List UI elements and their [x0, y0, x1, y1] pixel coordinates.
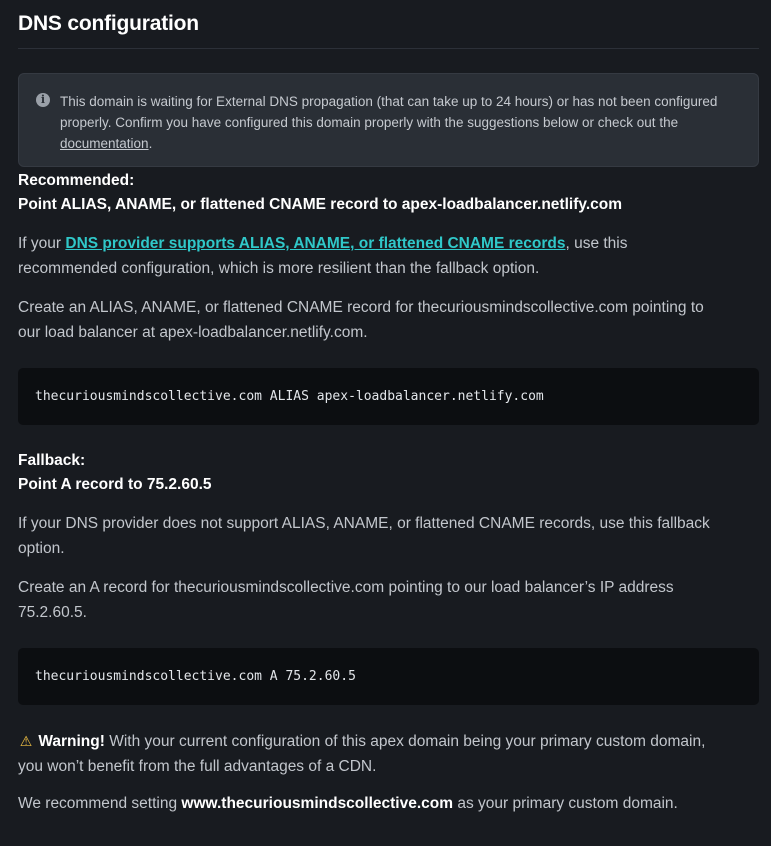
recommended-heading: Point ALIAS, ANAME, or flattened CNAME r…	[18, 196, 623, 213]
recommended-paragraph-1: If your DNS provider supports ALIAS, ANA…	[18, 232, 718, 281]
page-title: DNS configuration	[18, 12, 199, 35]
warning-icon: ⚠	[19, 733, 33, 749]
warning-paragraph: ⚠ Warning! With your current configurati…	[18, 729, 718, 779]
recommended-paragraph-2: Create an ALIAS, ANAME, or flattened CNA…	[18, 299, 704, 341]
alias-record-code[interactable]: thecuriousmindscollective.com ALIAS apex…	[18, 368, 759, 425]
warning-text: With your current configuration of this …	[18, 733, 706, 775]
info-icon: i	[36, 93, 50, 107]
divider	[18, 48, 759, 49]
notice-end: .	[148, 136, 153, 151]
fallback-label: Fallback:	[18, 452, 86, 469]
recommend-pre: We recommend setting	[18, 795, 182, 812]
fallback-heading: Point A record to 75.2.60.5	[18, 476, 212, 493]
warning-label: Warning!	[38, 733, 105, 750]
recommend-post: as your primary custom domain.	[453, 795, 678, 812]
dns-provider-link[interactable]: DNS provider supports ALIAS, ANAME, or f…	[65, 235, 565, 252]
recommend-paragraph: We recommend setting www.thecuriousminds…	[18, 792, 718, 817]
propagation-notice: i This domain is waiting for External DN…	[18, 73, 759, 167]
fallback-paragraph-2: Create an A record for thecuriousmindsco…	[18, 579, 674, 621]
primary-domain: www.thecuriousmindscollective.com	[181, 795, 454, 812]
a-record-code[interactable]: thecuriousmindscollective.com A 75.2.60.…	[18, 648, 759, 705]
notice-text: This domain is waiting for External DNS …	[60, 94, 718, 130]
fallback-paragraph-1: If your DNS provider does not support AL…	[18, 515, 710, 557]
documentation-link[interactable]: documentation	[60, 136, 149, 151]
recommended-p1-pre: If your	[18, 235, 66, 252]
recommended-label: Recommended:	[18, 172, 135, 189]
